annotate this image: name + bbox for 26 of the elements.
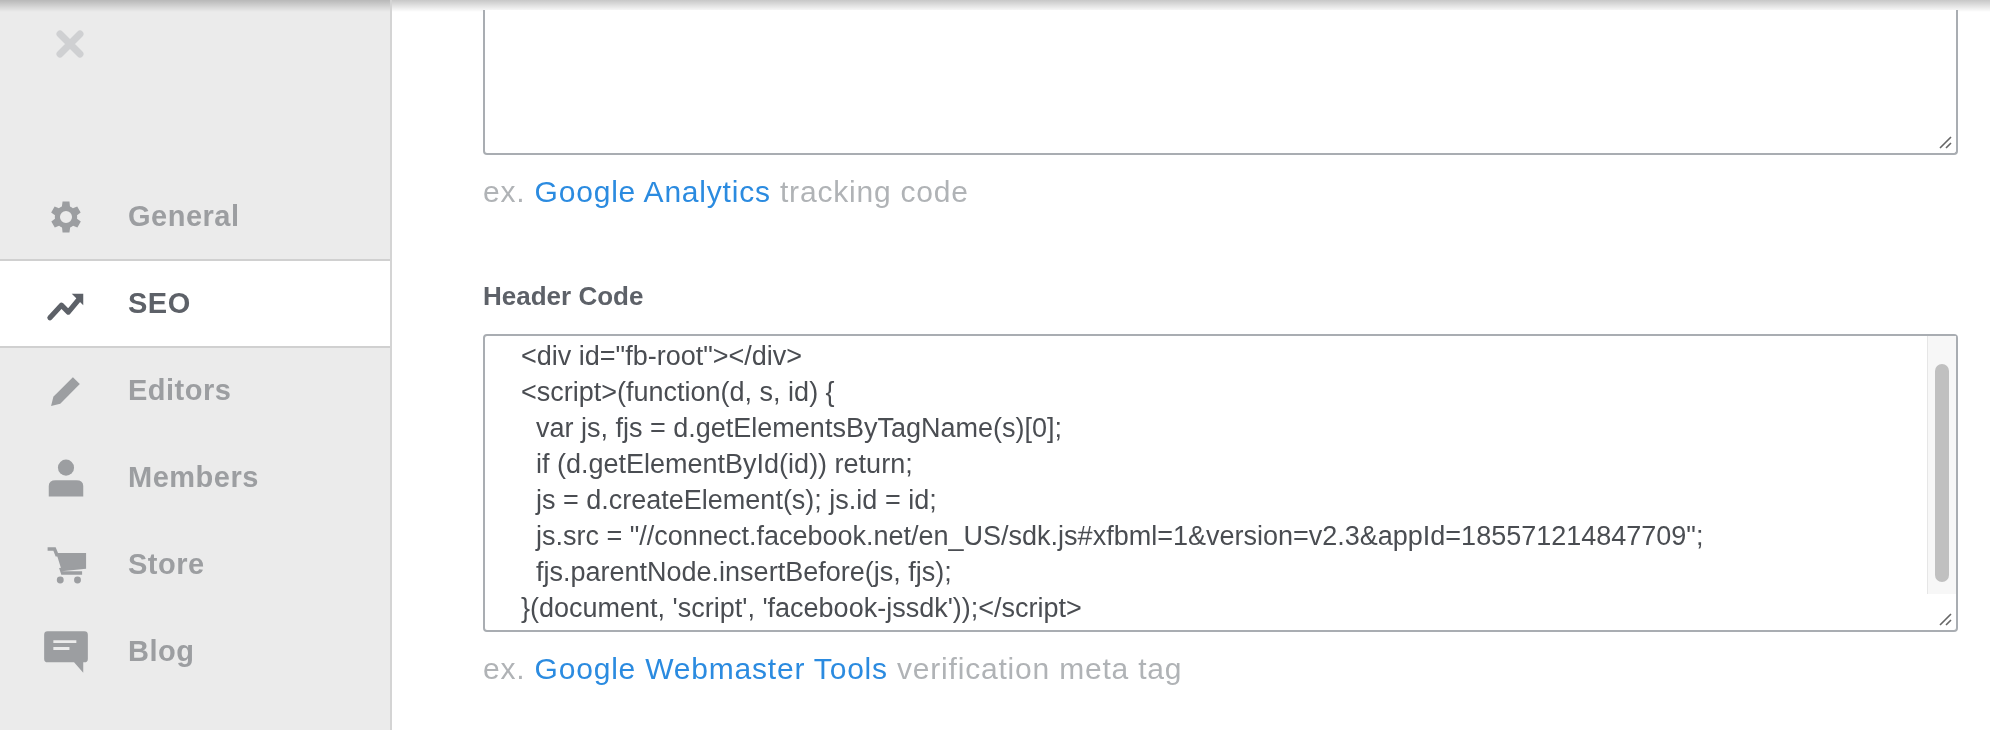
header-code-field[interactable] [483, 334, 1958, 632]
code-line: var js, fjs = d.getElementsByTagName(s)[0]; [535, 412, 1063, 445]
hint-text: ex. Google Analytics tracking code [483, 175, 970, 209]
sidebar-item[interactable]: Members [0, 433, 390, 522]
help-link[interactable]: Google Analytics [534, 175, 771, 208]
scrollbar-track[interactable] [1927, 336, 1956, 594]
sidebar-item[interactable]: Store [0, 520, 390, 609]
sidebar-item[interactable]: Editors [0, 346, 390, 435]
person-icon [47, 457, 85, 498]
hint-text: ex. Google Webmaster Tools verification meta tag [483, 652, 1184, 686]
cart-icon [45, 544, 87, 585]
scrollbar-thumb[interactable] [1935, 364, 1949, 582]
sidebar-item[interactable]: General [0, 172, 390, 261]
footer-code-field[interactable] [483, 10, 1958, 155]
code-line: fjs.parentNode.insertBefore(js, fjs); [535, 556, 953, 589]
code-line: <div id="fb-root"></div> [521, 340, 804, 373]
code-line: if (d.getElementById(id)) return; [535, 448, 914, 481]
code-line: }(document, 'script', 'facebook-jssdk'));</script> [521, 592, 1083, 625]
sidebar-item[interactable]: SEO [0, 259, 390, 348]
field-label: Header Code [483, 281, 645, 312]
code-line: js = d.createElement(s); js.id = id; [534, 484, 938, 517]
chat-icon [43, 629, 89, 674]
sidebar-item[interactable]: Blog [0, 607, 390, 696]
code-line: js.src = "//connect.facebook.net/en_US/sdk.js#xfbml=1&version=v2.3&appId=185571214847709"; [534, 520, 1705, 553]
code-line: <script>(function(d, s, id) { [521, 376, 836, 409]
help-link[interactable]: Google Webmaster Tools [534, 652, 888, 685]
